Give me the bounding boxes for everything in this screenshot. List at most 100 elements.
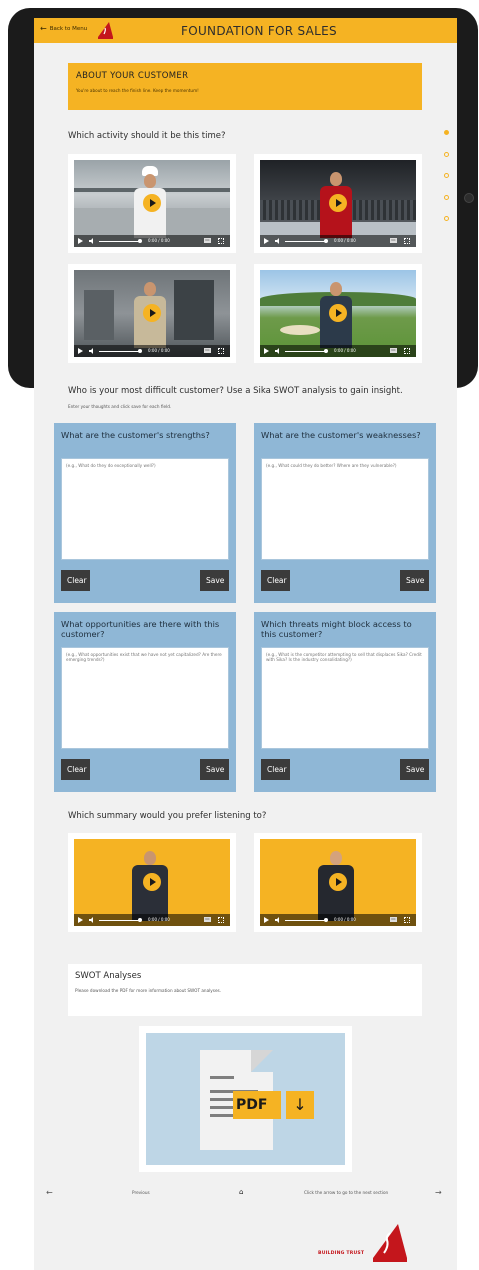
video-controls: 0:00 / 0:00 CC xyxy=(260,914,416,926)
section-dot-4[interactable] xyxy=(444,194,449,200)
previous-link[interactable]: Previous xyxy=(132,1190,150,1195)
activity-video-factory[interactable]: 0:00 / 0:00 CC xyxy=(68,264,236,363)
video-time: 0:00 / 0:00 xyxy=(148,238,170,243)
seek-bar[interactable] xyxy=(99,350,141,352)
strengths-textarea[interactable] xyxy=(61,458,229,560)
swot-card-title: Which threats might block access to this… xyxy=(261,619,412,639)
summary-video-1[interactable]: 0:00 / 0:00 CC xyxy=(68,833,236,932)
play-button[interactable] xyxy=(143,194,161,212)
captions-icon[interactable]: CC xyxy=(390,917,397,922)
footer-navigation: ← Previous ⌂ Click the arrow to go to th… xyxy=(34,1186,457,1200)
seek-handle[interactable] xyxy=(324,918,328,922)
clear-button[interactable]: Clear xyxy=(261,570,290,591)
threats-textarea[interactable] xyxy=(261,647,429,749)
save-button[interactable]: Save xyxy=(200,570,229,591)
summary-question: Which summary would you prefer listening… xyxy=(68,811,267,821)
sika-logo xyxy=(98,22,113,39)
seek-bar[interactable] xyxy=(99,919,141,921)
video-time: 0:00 / 0:00 xyxy=(334,238,356,243)
seek-bar[interactable] xyxy=(285,240,327,242)
captions-icon[interactable]: CC xyxy=(204,238,211,243)
fullscreen-icon[interactable] xyxy=(218,348,224,354)
video-thumbnail: 0:00 / 0:00 CC xyxy=(74,270,230,357)
volume-icon[interactable] xyxy=(275,238,281,244)
section-dot-5[interactable] xyxy=(444,216,449,221)
captions-icon[interactable]: CC xyxy=(204,348,211,353)
play-button[interactable] xyxy=(329,873,347,891)
weaknesses-textarea[interactable] xyxy=(261,458,429,560)
swot-instructions: Enter your thoughts and click save for e… xyxy=(68,404,172,409)
volume-icon[interactable] xyxy=(275,917,281,923)
top-bar: ← Back to Menu FOUNDATION FOR SALES xyxy=(34,18,457,43)
page-title: FOUNDATION FOR SALES xyxy=(181,24,337,38)
captions-icon[interactable]: CC xyxy=(390,238,397,243)
volume-icon[interactable] xyxy=(89,348,95,354)
seek-bar[interactable] xyxy=(99,240,141,242)
seek-handle[interactable] xyxy=(324,239,328,243)
section-dot-3[interactable] xyxy=(444,173,449,178)
arrow-left-icon: ← xyxy=(40,24,47,33)
section-dot-1[interactable] xyxy=(444,130,449,135)
pdf-download-card[interactable]: PDF ↓ xyxy=(139,1026,352,1172)
seek-handle[interactable] xyxy=(324,349,328,353)
video-thumbnail: 0:00 / 0:00 CC xyxy=(74,160,230,247)
save-button[interactable]: Save xyxy=(400,759,429,780)
swot-analyses-title: SWOT Analyses xyxy=(75,971,142,981)
captions-icon[interactable]: CC xyxy=(204,917,211,922)
fullscreen-icon[interactable] xyxy=(218,917,224,923)
volume-icon[interactable] xyxy=(275,348,281,354)
home-icon[interactable]: ⌂ xyxy=(239,1188,243,1196)
seek-bar[interactable] xyxy=(285,919,327,921)
video-thumbnail: 0:00 / 0:00 CC xyxy=(74,839,230,926)
play-icon[interactable] xyxy=(264,348,269,354)
pdf-label: PDF xyxy=(233,1091,281,1119)
swot-card-opportunities: What opportunities are there with this c… xyxy=(54,612,236,792)
fullscreen-icon[interactable] xyxy=(404,238,410,244)
seek-bar[interactable] xyxy=(285,350,327,352)
opportunities-textarea[interactable] xyxy=(61,647,229,749)
captions-icon[interactable]: CC xyxy=(390,348,397,353)
back-to-menu-link[interactable]: ← Back to Menu xyxy=(40,25,87,33)
play-button[interactable] xyxy=(143,873,161,891)
arrow-left-icon[interactable]: ← xyxy=(46,1188,53,1197)
play-button[interactable] xyxy=(329,304,347,322)
volume-icon[interactable] xyxy=(89,238,95,244)
activity-video-hockey[interactable]: 0:00 / 0:00 CC xyxy=(254,154,422,253)
seek-handle[interactable] xyxy=(138,239,142,243)
swot-card-strengths: What are the customer's strengths? Clear… xyxy=(54,423,236,603)
volume-icon[interactable] xyxy=(89,917,95,923)
activity-video-chef[interactable]: 0:00 / 0:00 CC xyxy=(68,154,236,253)
download-arrow-icon[interactable]: ↓ xyxy=(286,1091,314,1119)
activity-video-golf[interactable]: 0:00 / 0:00 CC xyxy=(254,264,422,363)
save-button[interactable]: Save xyxy=(200,759,229,780)
arrow-right-icon[interactable]: → xyxy=(435,1188,442,1197)
play-icon[interactable] xyxy=(264,238,269,244)
video-time: 0:00 / 0:00 xyxy=(334,917,356,922)
play-icon[interactable] xyxy=(78,917,83,923)
swot-analyses-box: SWOT Analyses Please download the PDF fo… xyxy=(68,964,422,1016)
clear-button[interactable]: Clear xyxy=(61,570,90,591)
save-button[interactable]: Save xyxy=(400,570,429,591)
swot-card-title: What opportunities are there with this c… xyxy=(61,619,220,639)
about-customer-banner: ABOUT YOUR CUSTOMER You're about to reac… xyxy=(68,63,422,110)
summary-video-2[interactable]: 0:00 / 0:00 CC xyxy=(254,833,422,932)
seek-handle[interactable] xyxy=(138,918,142,922)
play-icon[interactable] xyxy=(78,348,83,354)
clear-button[interactable]: Clear xyxy=(61,759,90,780)
fullscreen-icon[interactable] xyxy=(404,348,410,354)
section-dot-2[interactable] xyxy=(444,151,449,157)
fullscreen-icon[interactable] xyxy=(404,917,410,923)
play-button[interactable] xyxy=(143,304,161,322)
seek-handle[interactable] xyxy=(138,349,142,353)
fullscreen-icon[interactable] xyxy=(218,238,224,244)
pdf-download-graphic: PDF ↓ xyxy=(146,1033,345,1165)
sika-logo xyxy=(373,1224,407,1262)
play-icon[interactable] xyxy=(264,917,269,923)
video-controls: 0:00 / 0:00 CC xyxy=(74,345,230,357)
video-time: 0:00 / 0:00 xyxy=(148,917,170,922)
play-icon[interactable] xyxy=(78,238,83,244)
swot-card-weaknesses: What are the customer's weaknesses? Clea… xyxy=(254,423,436,603)
play-button[interactable] xyxy=(329,194,347,212)
video-time: 0:00 / 0:00 xyxy=(334,348,356,353)
clear-button[interactable]: Clear xyxy=(261,759,290,780)
